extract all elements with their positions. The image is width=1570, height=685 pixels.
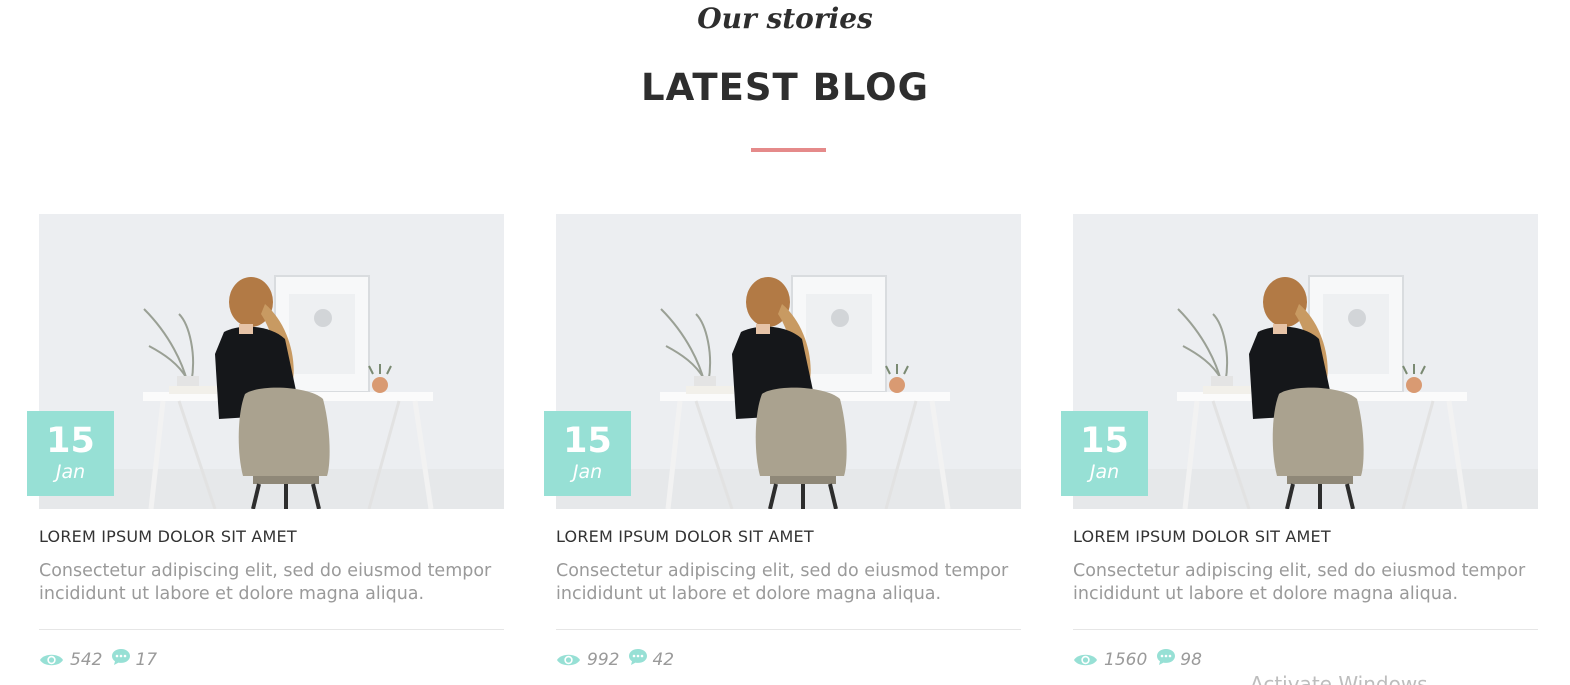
eye-icon — [1074, 654, 1097, 666]
blog-card[interactable]: 15 Jan LOREM IPSUM DOLOR SIT AMET Consec… — [1061, 214, 1538, 685]
card-divider — [39, 629, 504, 630]
section-title: LATEST BLOG — [641, 66, 929, 109]
post-meta: 1560 98 — [1073, 648, 1202, 672]
date-month: Jan — [55, 461, 86, 483]
card-divider — [1073, 629, 1538, 630]
date-month: Jan — [1089, 461, 1120, 483]
date-day: 15 — [1080, 421, 1129, 461]
post-title-link[interactable]: LOREM IPSUM DOLOR SIT AMET — [39, 527, 504, 546]
card-divider — [556, 629, 1021, 630]
section-kicker: Our stories — [697, 2, 873, 35]
post-meta: 542 17 — [39, 648, 157, 672]
comment-count: 42 — [652, 650, 675, 670]
view-count: 1560 — [1104, 650, 1148, 670]
blog-card[interactable]: 15 Jan LOREM IPSUM DOLOR SIT AMET Consec… — [27, 214, 504, 685]
date-badge: 15 Jan — [27, 411, 114, 496]
comment-count: 98 — [1180, 650, 1202, 670]
date-day: 15 — [563, 421, 612, 461]
date-badge: 15 Jan — [544, 411, 631, 496]
post-title-link[interactable]: LOREM IPSUM DOLOR SIT AMET — [1073, 527, 1538, 546]
comment-icon — [1157, 649, 1176, 665]
view-count: 542 — [70, 650, 103, 670]
post-meta: 992 42 — [556, 648, 674, 672]
view-count: 992 — [587, 650, 620, 670]
blog-card[interactable]: 15 Jan LOREM IPSUM DOLOR SIT AMET Consec… — [544, 214, 1021, 685]
activation-watermark: Activate Windows — [1250, 672, 1428, 685]
eye-icon — [557, 654, 580, 666]
date-badge: 15 Jan — [1061, 411, 1148, 496]
date-month: Jan — [572, 461, 603, 483]
comment-icon — [112, 649, 131, 665]
post-excerpt: Consectetur adipiscing elit, sed do eius… — [1073, 561, 1526, 604]
date-day: 15 — [46, 421, 95, 461]
comment-count: 17 — [135, 650, 158, 670]
post-title-link[interactable]: LOREM IPSUM DOLOR SIT AMET — [556, 527, 1021, 546]
eye-icon — [40, 654, 63, 666]
post-excerpt: Consectetur adipiscing elit, sed do eius… — [39, 561, 492, 604]
title-divider — [751, 148, 826, 152]
post-excerpt: Consectetur adipiscing elit, sed do eius… — [556, 561, 1009, 604]
comment-icon — [629, 649, 648, 665]
